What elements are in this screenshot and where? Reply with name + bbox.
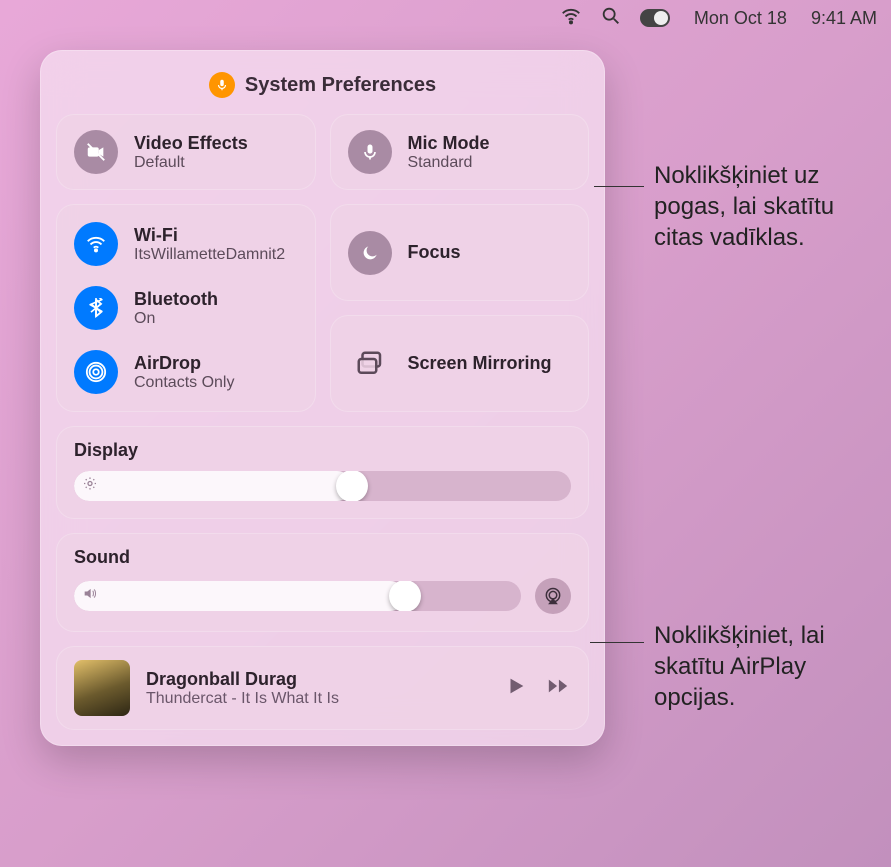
menubar: Mon Oct 18 9:41 AM [0,0,891,36]
screen-mirroring-tile[interactable]: Screen Mirroring [330,315,590,412]
now-playing-tile[interactable]: Dragonball Durag Thundercat - It Is What… [56,646,589,730]
bluetooth-row[interactable]: Bluetooth On [74,286,298,330]
album-art [74,660,130,716]
wifi-row[interactable]: Wi-Fi ItsWillametteDamnit2 [74,222,298,266]
display-slider[interactable] [74,471,571,501]
callout-mic: Noklikšķiniet uz pogas, lai skatītu cita… [654,160,884,254]
sound-label: Sound [74,547,571,568]
tile-sub: Standard [408,154,490,172]
tile-label: Wi-Fi [134,225,285,246]
tile-sub: Default [134,154,248,172]
callout-line [590,642,644,643]
video-effects-tile[interactable]: Video Effects Default [56,114,316,190]
microphone-in-use-icon[interactable] [209,72,235,98]
video-effects-icon [74,130,118,174]
sound-tile[interactable]: Sound [56,533,589,632]
airplay-audio-button[interactable] [535,578,571,614]
callout-line [594,186,644,187]
tile-label: Bluetooth [134,289,218,310]
mic-mode-icon [348,130,392,174]
fast-forward-icon[interactable] [545,675,571,702]
volume-icon [82,586,98,607]
control-center-icon[interactable] [640,9,670,27]
screen-mirroring-icon [348,342,392,386]
sound-slider[interactable] [74,581,521,611]
panel-title: System Preferences [245,74,436,97]
display-label: Display [74,440,571,461]
mic-mode-tile[interactable]: Mic Mode Standard [330,114,590,190]
airdrop-row[interactable]: AirDrop Contacts Only [74,350,298,394]
menubar-date[interactable]: Mon Oct 18 [694,8,787,29]
panel-title-row: System Preferences [56,72,589,98]
display-tile[interactable]: Display [56,426,589,519]
brightness-low-icon [82,476,98,497]
play-icon[interactable] [505,675,527,702]
control-center-panel: System Preferences Video Effects Default… [40,50,605,746]
callout-airplay: Noklikšķiniet, lai skatītu AirPlay opcij… [654,620,884,714]
bluetooth-icon [74,286,118,330]
menubar-time[interactable]: 9:41 AM [811,8,877,29]
now-playing-artist: Thundercat - It Is What It Is [146,690,489,708]
spotlight-icon[interactable] [600,5,622,32]
tile-label: AirDrop [134,353,234,374]
airdrop-icon [74,350,118,394]
now-playing-title: Dragonball Durag [146,669,489,690]
focus-tile[interactable]: Focus [330,204,590,301]
tile-label: Mic Mode [408,133,490,154]
wifi-icon [74,222,118,266]
tile-sub: ItsWillametteDamnit2 [134,246,285,264]
connectivity-tile[interactable]: Wi-Fi ItsWillametteDamnit2 Bluetooth On [56,204,316,412]
tile-label: Focus [408,242,461,263]
focus-icon [348,231,392,275]
wifi-icon[interactable] [560,5,582,32]
tile-sub: Contacts Only [134,374,234,392]
tile-label: Video Effects [134,133,248,154]
tile-sub: On [134,310,218,328]
tile-label: Screen Mirroring [408,353,552,374]
